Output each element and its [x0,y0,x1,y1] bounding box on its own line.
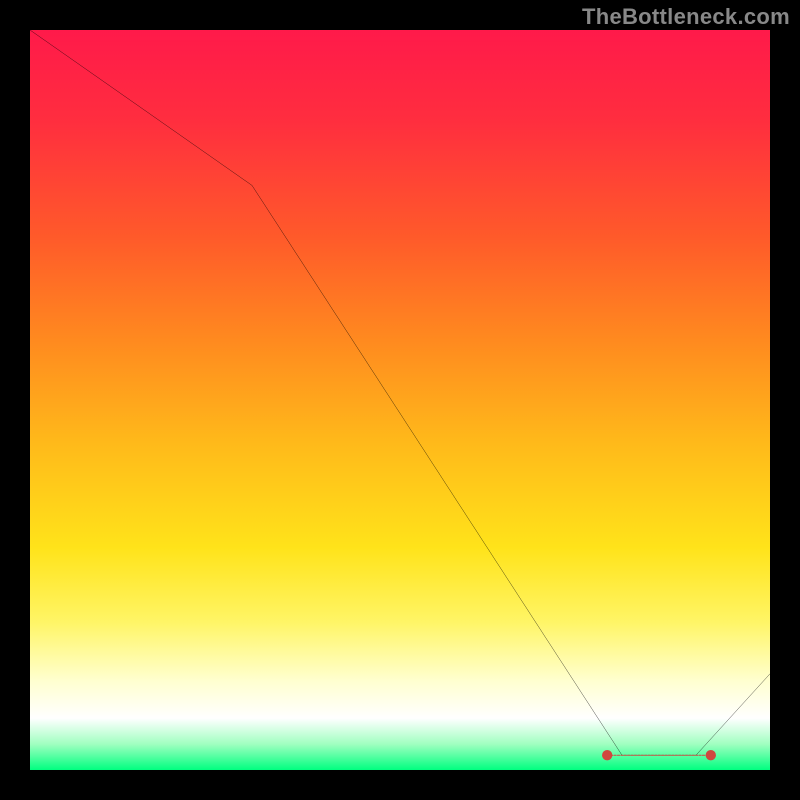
chart-container: TheBottleneck.com [0,0,800,800]
highlight-endpoint-left [602,750,612,760]
attribution-text: TheBottleneck.com [582,4,790,30]
value-line [30,30,770,755]
plot-overlay [30,30,770,770]
plot-area [30,30,770,770]
highlight-endpoint-right [706,750,716,760]
